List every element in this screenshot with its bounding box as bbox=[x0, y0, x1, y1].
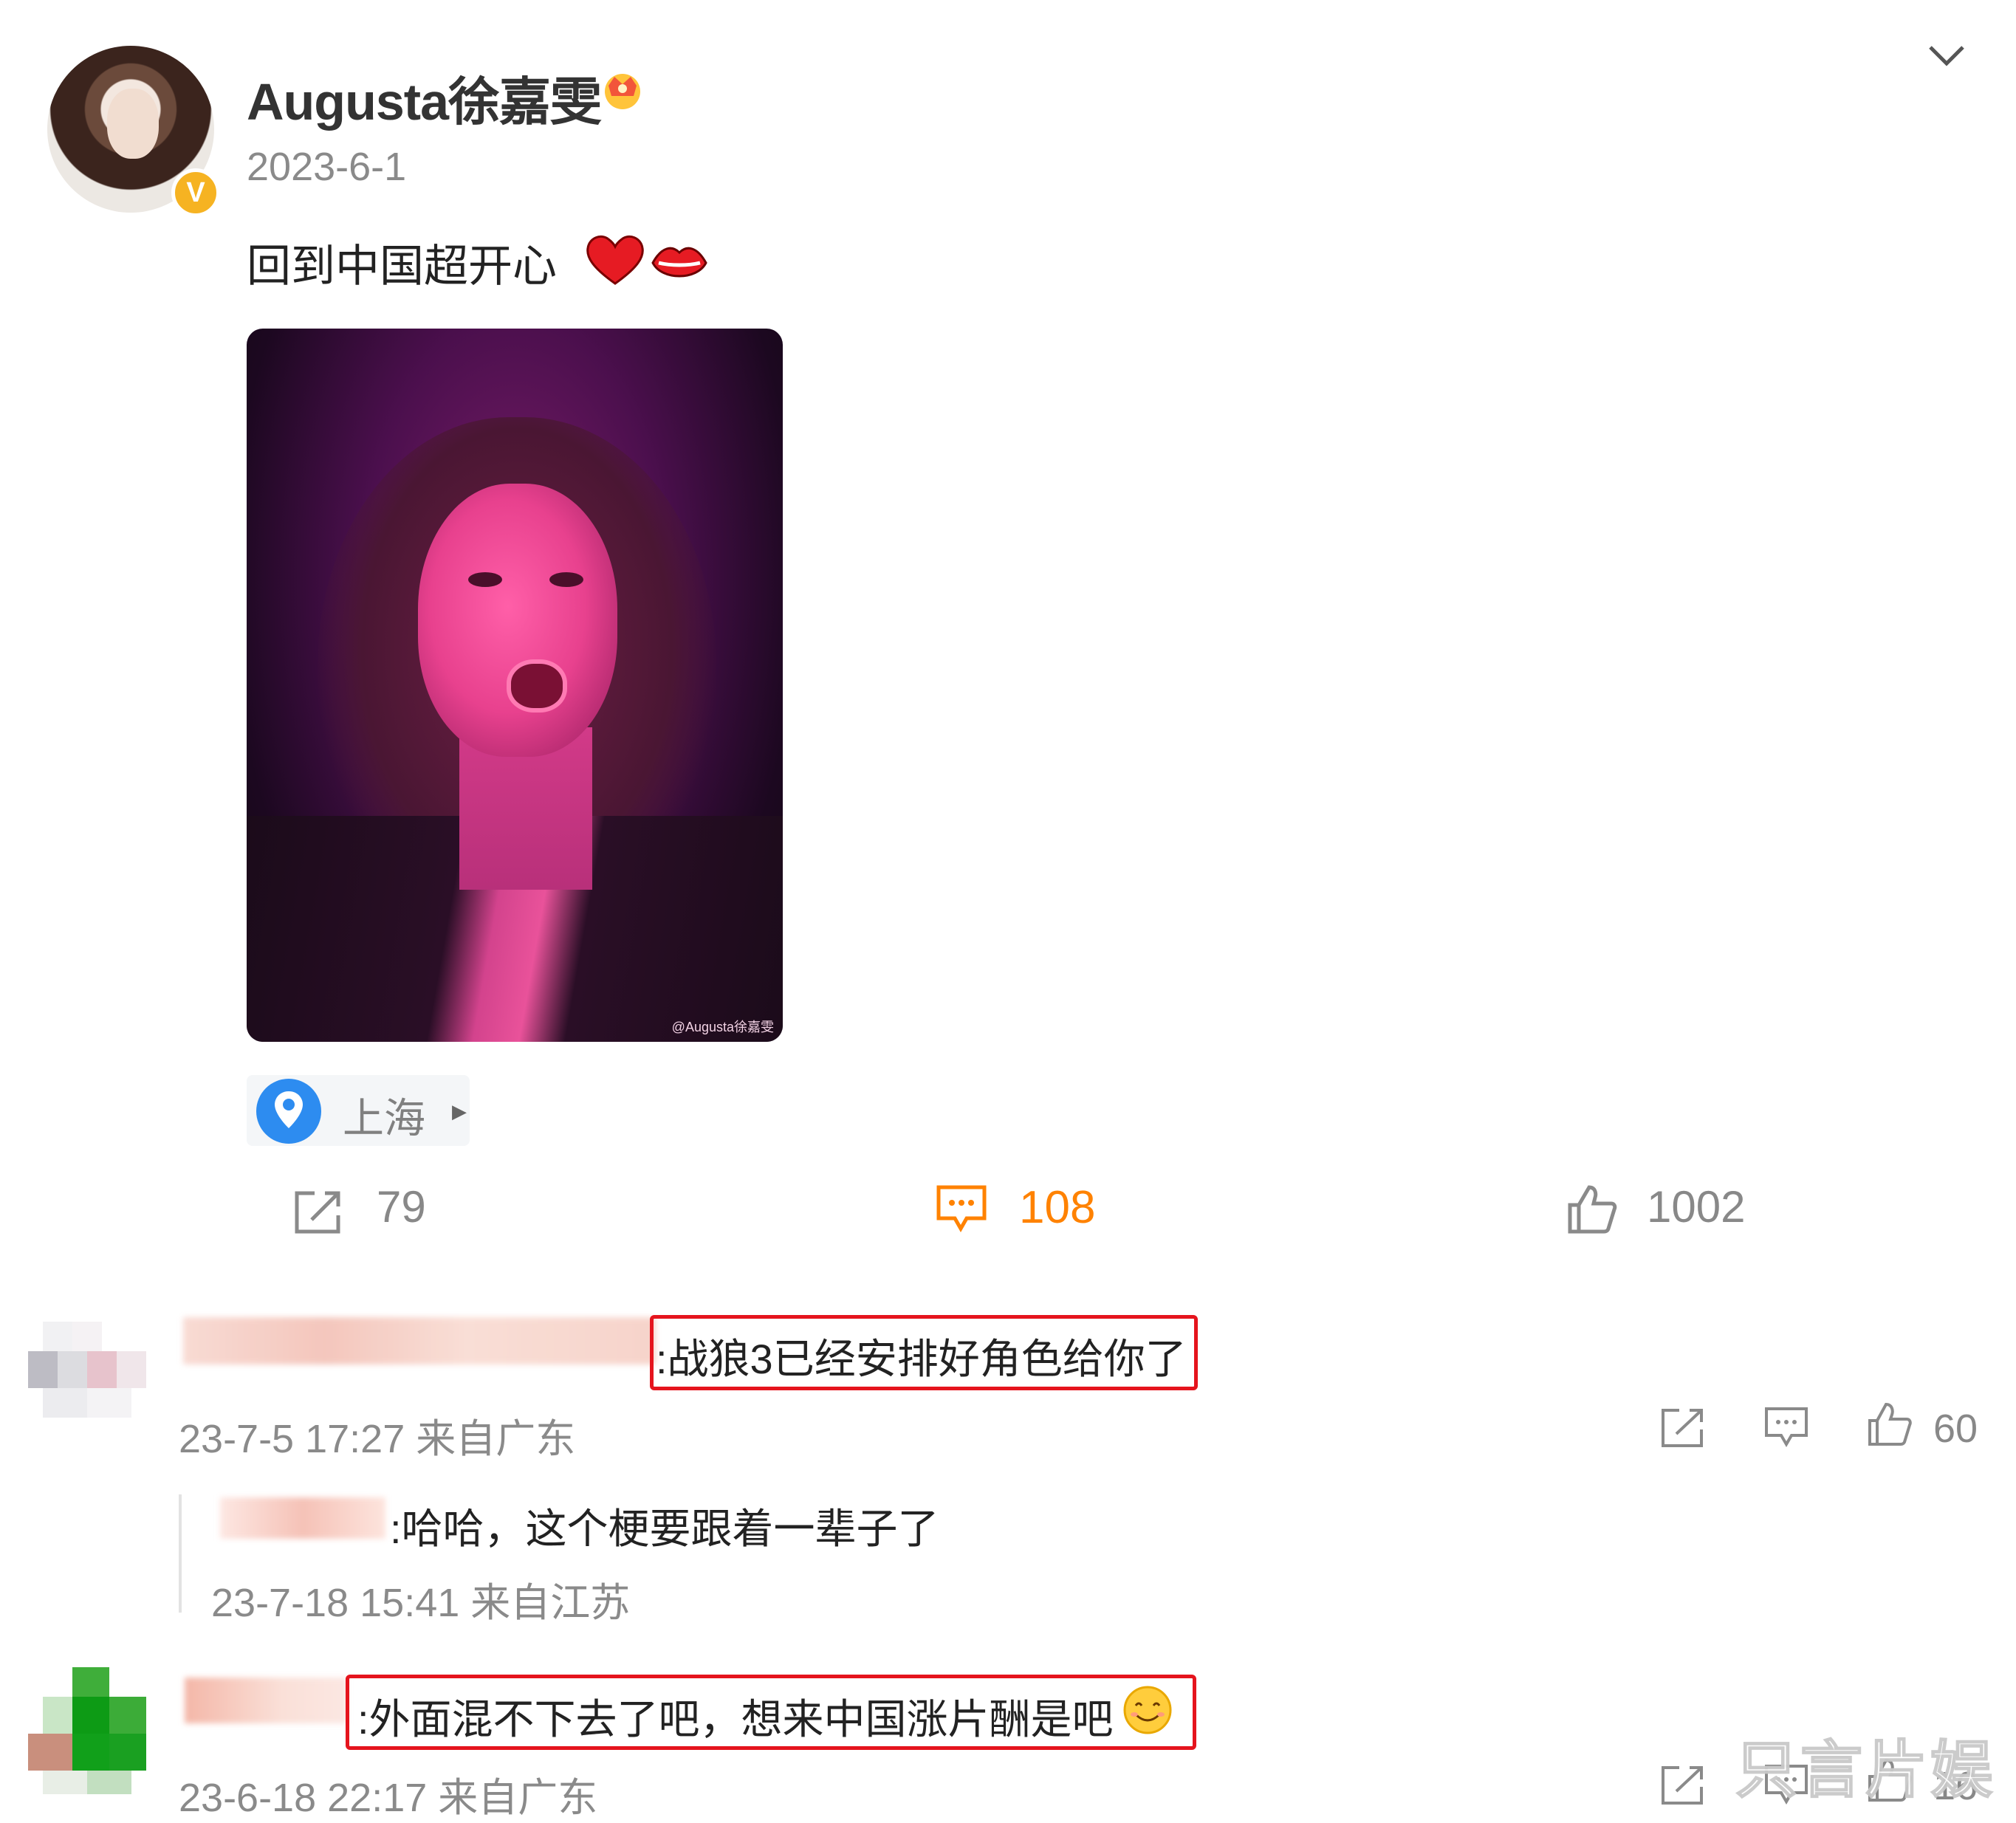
commenter-name-blurred[interactable] bbox=[185, 1678, 347, 1723]
commenter-avatar[interactable] bbox=[28, 1667, 155, 1794]
reply-text: :哈哈，这个梗要跟着一辈子了 bbox=[390, 1506, 939, 1552]
like-icon[interactable] bbox=[1566, 1183, 1619, 1235]
crown-icon bbox=[605, 74, 640, 109]
verified-icon: V bbox=[171, 168, 220, 217]
comment-meta: 23-6-18 22:17 来自广东 bbox=[179, 1776, 598, 1820]
comment-like-count[interactable]: 60 bbox=[1933, 1406, 1978, 1452]
location-pin-icon bbox=[256, 1079, 321, 1144]
comment-meta: 23-7-5 17:27 来自广东 bbox=[179, 1417, 576, 1461]
avatar-face bbox=[107, 89, 159, 159]
post-photo[interactable]: @Augusta徐嘉雯 bbox=[247, 329, 783, 1042]
comment-icon[interactable] bbox=[934, 1183, 989, 1233]
commenter-avatar[interactable] bbox=[28, 1307, 155, 1434]
comment-text: :外面混不下去了吧，想来中国涨片酬是吧 bbox=[357, 1696, 1114, 1743]
share-icon[interactable] bbox=[1660, 1406, 1706, 1449]
reply-meta: 23-7-18 15:41 来自江苏 bbox=[211, 1581, 631, 1625]
username[interactable]: Augusta徐嘉雯 bbox=[247, 61, 602, 135]
lips-emoji bbox=[651, 247, 707, 278]
post-date[interactable]: 2023-6-1 bbox=[247, 144, 406, 190]
chevron-right-icon: ▶ bbox=[452, 1100, 467, 1122]
location-label[interactable]: 上海 bbox=[343, 1085, 425, 1145]
replier-name-blurred[interactable] bbox=[220, 1497, 385, 1539]
share-icon[interactable] bbox=[292, 1187, 346, 1236]
like-count[interactable]: 1002 bbox=[1647, 1181, 1745, 1232]
image-watermark: @Augusta徐嘉雯 bbox=[671, 1020, 774, 1034]
chevron-down-icon[interactable] bbox=[1926, 41, 1967, 71]
photo-face bbox=[418, 484, 617, 757]
comment-text: :战狼3已经安排好角色给你了 bbox=[656, 1336, 1187, 1382]
commenter-name-blurred[interactable] bbox=[183, 1317, 656, 1364]
share-icon[interactable] bbox=[1660, 1763, 1706, 1806]
post-text: 回到中国超开心 bbox=[247, 241, 557, 291]
share-count[interactable]: 79 bbox=[377, 1181, 426, 1232]
photo-eye bbox=[468, 572, 502, 587]
like-icon[interactable] bbox=[1867, 1401, 1913, 1447]
comment-icon[interactable] bbox=[1763, 1406, 1809, 1449]
photo-eye bbox=[549, 572, 583, 587]
site-watermark: 只言片娱 bbox=[1735, 1734, 1996, 1805]
smile-emoji bbox=[1123, 1686, 1172, 1734]
heart-emoji bbox=[586, 236, 644, 285]
photo-mouth bbox=[507, 659, 567, 713]
comment-count[interactable]: 108 bbox=[1019, 1181, 1095, 1234]
reply-divider bbox=[179, 1494, 182, 1613]
